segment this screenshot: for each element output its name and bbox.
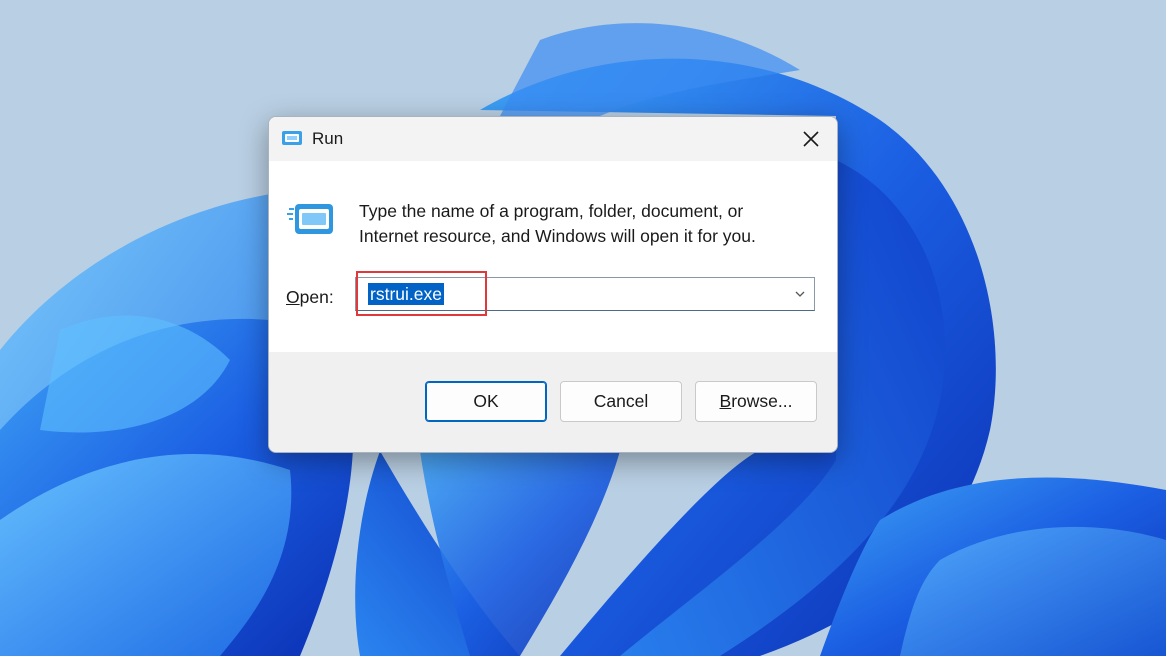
open-label: Open:	[286, 287, 334, 308]
open-combobox[interactable]: rstrui.exe	[355, 277, 815, 311]
run-icon	[282, 131, 302, 145]
browse-rest: rowse...	[731, 391, 793, 411]
cancel-button[interactable]: Cancel	[560, 381, 682, 422]
close-icon	[803, 131, 819, 147]
chevron-down-icon[interactable]	[794, 288, 806, 300]
open-input-value[interactable]: rstrui.exe	[368, 283, 444, 305]
dialog-footer: OK Cancel Browse...	[269, 352, 837, 452]
close-button[interactable]	[791, 121, 831, 157]
browse-button[interactable]: Browse...	[695, 381, 817, 422]
browse-accelerator: B	[719, 391, 732, 411]
dialog-title: Run	[312, 129, 344, 148]
description-line-2: Internet resource, and Windows will open…	[359, 226, 756, 246]
run-icon	[287, 204, 333, 234]
ok-button[interactable]: OK	[425, 381, 547, 422]
description-line-1: Type the name of a program, folder, docu…	[359, 201, 744, 221]
run-dialog: Run Type the name of a program, folder, …	[268, 116, 838, 453]
dialog-content: Type the name of a program, folder, docu…	[269, 161, 837, 352]
open-label-rest: pen:	[299, 287, 334, 307]
title-bar[interactable]: Run	[269, 117, 837, 161]
description-text: Type the name of a program, folder, docu…	[359, 199, 819, 249]
open-label-accelerator: O	[286, 287, 300, 307]
